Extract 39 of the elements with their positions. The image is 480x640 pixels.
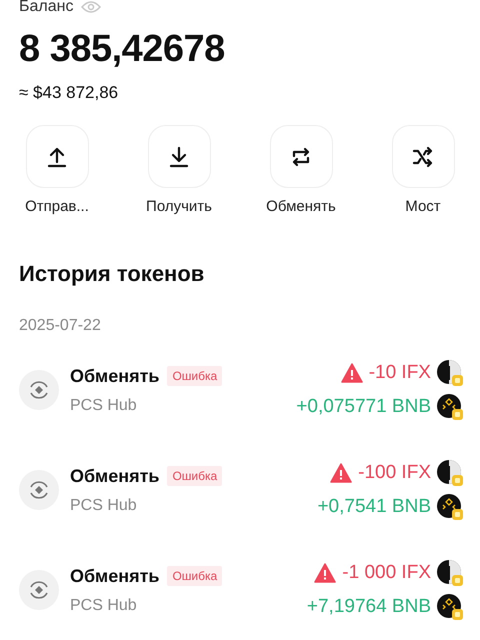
fiat-value: ≈ $43 872,86 bbox=[19, 83, 120, 103]
transaction-title: Обменять bbox=[70, 366, 160, 386]
transaction-title: Обменять bbox=[70, 566, 160, 586]
action-button[interactable] bbox=[148, 125, 210, 188]
error-badge: Ошибка bbox=[167, 566, 222, 586]
action-button[interactable] bbox=[392, 125, 454, 188]
action-button[interactable] bbox=[26, 125, 88, 188]
token-amount: +0,075771 BNB bbox=[296, 396, 431, 418]
token-icon bbox=[437, 594, 463, 620]
token-amount: -10 IFX bbox=[368, 362, 431, 384]
token-amount: -1 000 IFX bbox=[342, 562, 431, 584]
transaction-source: PCS Hub bbox=[70, 496, 138, 514]
balance-amount: 8 385,42678 bbox=[19, 28, 226, 71]
token-amount: -100 IFX bbox=[358, 462, 431, 484]
transaction-title: Обменять bbox=[70, 466, 160, 486]
token-icon bbox=[437, 394, 463, 420]
section-title: История токенов bbox=[19, 261, 206, 287]
date-header: 2025-07-22 bbox=[19, 317, 102, 335]
action-label: Отправ... bbox=[25, 198, 89, 215]
shuffle-icon bbox=[411, 144, 435, 168]
balance-label: Баланс bbox=[19, 0, 74, 16]
token-icon bbox=[437, 460, 463, 486]
transaction-source: PCS Hub bbox=[70, 596, 138, 614]
action-label: Обменять bbox=[266, 198, 336, 215]
error-badge: Ошибка bbox=[167, 466, 222, 486]
token-icon bbox=[437, 560, 463, 586]
error-badge: Ошибка bbox=[167, 366, 222, 386]
token-icon bbox=[437, 360, 463, 386]
action-button[interactable] bbox=[270, 125, 332, 188]
swap-status-icon bbox=[19, 570, 59, 610]
transaction-source: PCS Hub bbox=[70, 396, 138, 414]
token-amount: +7,19764 BNB bbox=[306, 596, 431, 618]
swap-status-icon bbox=[19, 370, 59, 410]
token-icon bbox=[437, 494, 463, 520]
swap-status-icon bbox=[19, 470, 59, 510]
token-amount: +0,7541 BNB bbox=[317, 496, 431, 518]
download-icon bbox=[167, 144, 191, 168]
action-label: Мост bbox=[405, 198, 441, 215]
action-label: Получить bbox=[146, 198, 212, 215]
